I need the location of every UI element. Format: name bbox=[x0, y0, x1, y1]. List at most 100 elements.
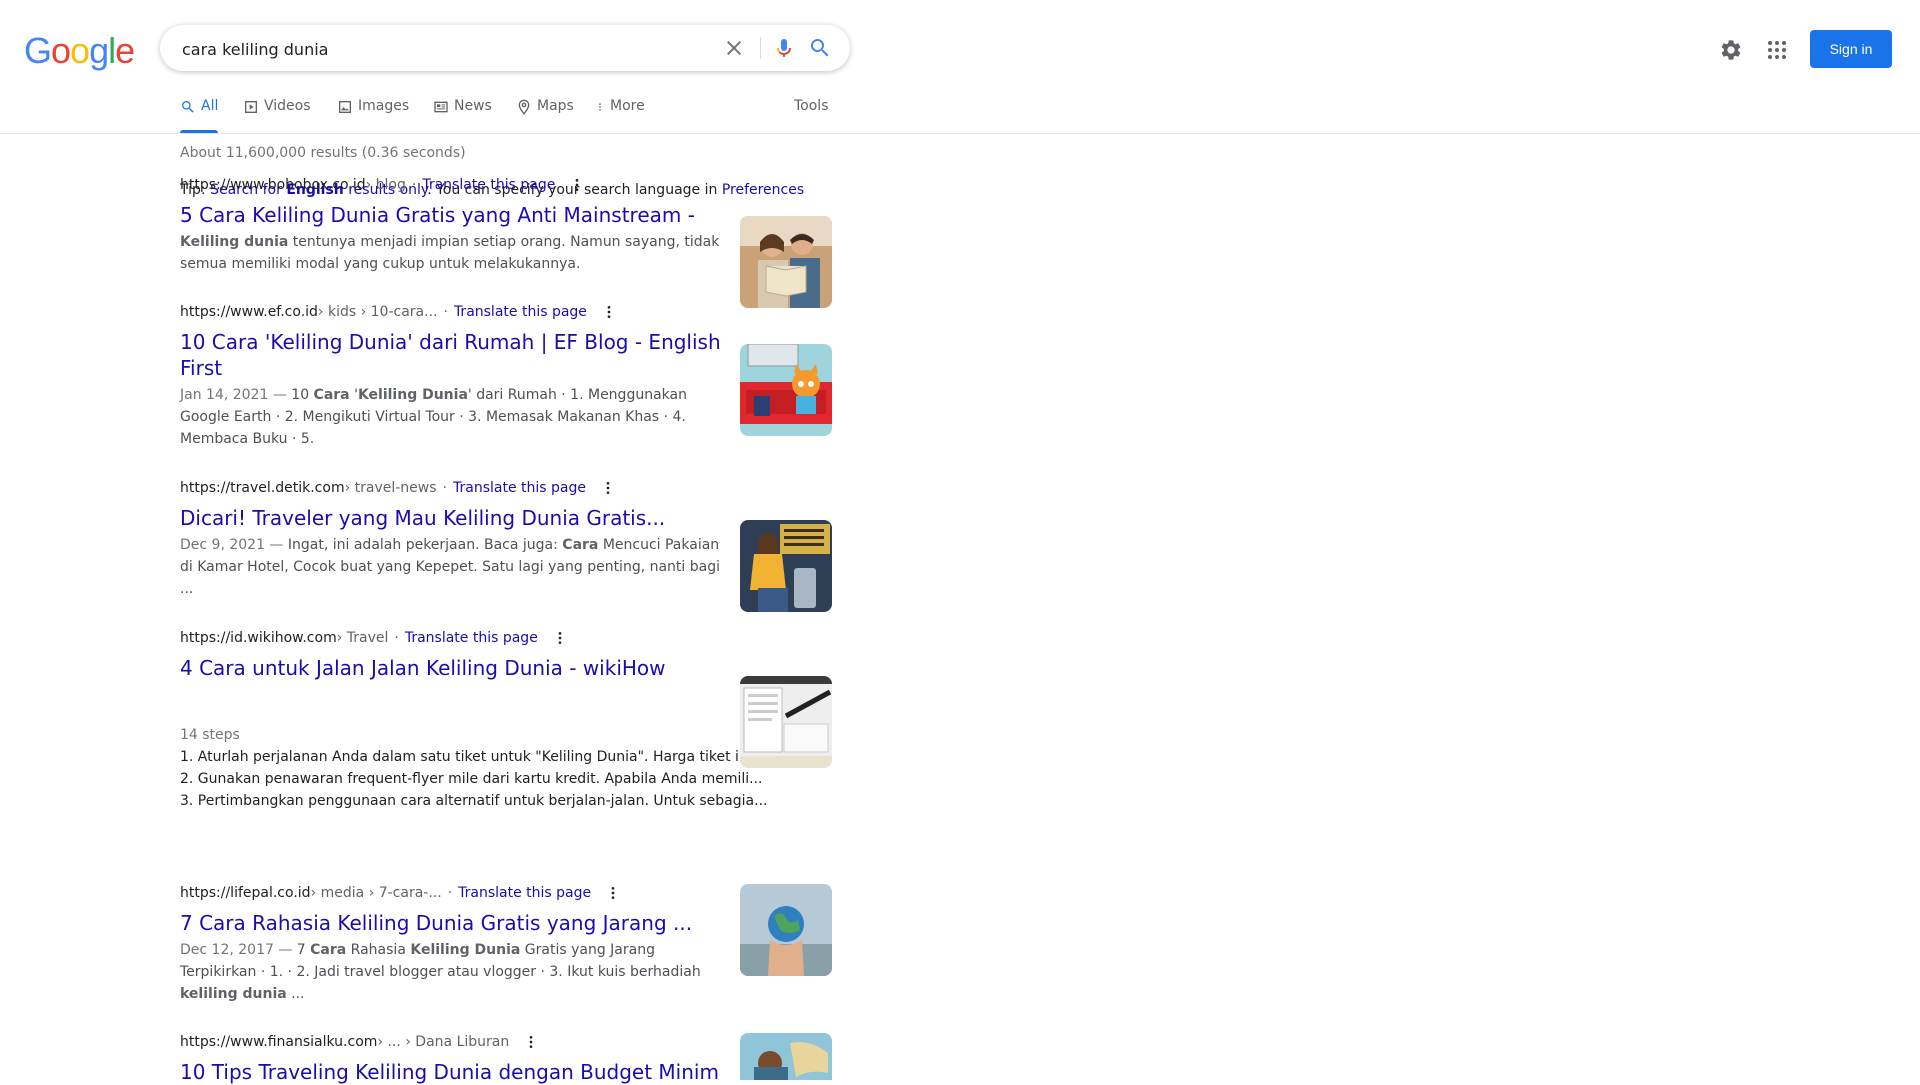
cartoon-cat-image bbox=[740, 344, 832, 436]
result-title-link[interactable]: 10 Cara 'Keliling Dunia' dari Rumah | EF… bbox=[180, 329, 725, 381]
video-icon bbox=[245, 101, 257, 113]
separator-dot: · bbox=[442, 480, 447, 496]
tab-label: News bbox=[454, 98, 492, 114]
result-breadcrumb[interactable]: https://id.wikihow.com › Travel · Translat… bbox=[180, 629, 840, 647]
tab-more[interactable]: More bbox=[595, 98, 645, 133]
result-path: › kids › 10-cara... bbox=[317, 304, 438, 320]
result-title-link[interactable]: Dicari! Traveler yang Mau Keliling Dunia… bbox=[180, 505, 725, 531]
result-breadcrumb[interactable]: https://travel.detik.com › travel-news · T… bbox=[180, 479, 840, 497]
result-snippet: Keliling dunia tentunya menjadi impian s… bbox=[180, 231, 725, 275]
search-icon bbox=[182, 101, 194, 113]
result-thumbnail[interactable] bbox=[740, 216, 832, 308]
translate-link[interactable]: Translate this page bbox=[454, 304, 587, 320]
tab-label: More bbox=[610, 98, 645, 114]
result-thumbnail[interactable] bbox=[740, 520, 832, 612]
traveler-map-image bbox=[740, 1033, 832, 1080]
settings-gear-icon[interactable] bbox=[1719, 38, 1743, 62]
search-input[interactable] bbox=[180, 25, 664, 73]
separator-dot: · bbox=[443, 304, 448, 320]
tab-images[interactable]: Images bbox=[337, 98, 409, 133]
result-thumbnail[interactable] bbox=[740, 344, 832, 436]
step-item[interactable]: 2. Gunakan penawaran frequent-flyer mile… bbox=[180, 768, 780, 790]
result-path: › media › 7-cara-... bbox=[310, 885, 442, 901]
result-domain: https://lifepal.co.id bbox=[180, 885, 311, 901]
result-path: › Travel bbox=[336, 630, 389, 646]
tab-label: All bbox=[201, 98, 219, 114]
more-vert-icon bbox=[599, 103, 601, 111]
tab-news[interactable]: News bbox=[433, 98, 492, 133]
logo-letter: e bbox=[115, 30, 135, 71]
result-date: Jan 14, 2021 — bbox=[180, 387, 292, 403]
result-domain: https://id.wikihow.com bbox=[180, 630, 337, 646]
apps-grid-icon[interactable] bbox=[1765, 38, 1789, 62]
separator-dot: · bbox=[394, 630, 399, 646]
result-path: › ... › Dana Liburan bbox=[377, 1034, 510, 1050]
header: Google All Videos Images News bbox=[0, 0, 1920, 134]
tab-label: Maps bbox=[537, 98, 574, 114]
step-item[interactable]: 3. Pertimbangkan penggunaan cara alterna… bbox=[180, 790, 780, 812]
result-snippet: Jan 14, 2021 — 10 Cara 'Keliling Dunia' … bbox=[180, 384, 725, 450]
result-domain: https://www.finansialku.com bbox=[180, 1034, 378, 1050]
result-domain: https://www.ef.co.id bbox=[180, 304, 318, 320]
image-icon bbox=[339, 101, 351, 113]
more-options-icon[interactable] bbox=[600, 480, 616, 496]
tab-tools[interactable]: Tools bbox=[794, 98, 829, 133]
snippet-text: Ingat, ini adalah pekerjaan. Baca juga: bbox=[287, 537, 563, 553]
separator-dot: · bbox=[411, 177, 417, 193]
separator-dot: · bbox=[447, 885, 453, 901]
airport-traveler-image bbox=[740, 520, 832, 612]
tab-videos[interactable]: Videos bbox=[243, 98, 311, 133]
snippet-text: 7 bbox=[296, 942, 311, 958]
result-path: › travel-news bbox=[344, 480, 437, 496]
search-box bbox=[160, 25, 850, 73]
search-icon[interactable] bbox=[808, 36, 832, 60]
result-domain: https://travel.detik.com bbox=[180, 480, 345, 496]
result-path: › blog bbox=[365, 177, 406, 193]
tab-maps[interactable]: Maps bbox=[516, 98, 574, 133]
more-options-icon[interactable] bbox=[552, 630, 568, 646]
more-options-icon[interactable] bbox=[605, 885, 621, 901]
result-title-link[interactable]: 10 Tips Traveling Keliling Dunia dengan … bbox=[180, 1059, 725, 1085]
snippet-text: ' bbox=[349, 387, 358, 403]
result-breadcrumb[interactable]: https://www.bobobox.co.id › blog · Transla… bbox=[180, 176, 840, 194]
snippet-highlight: keliling dunia bbox=[180, 986, 287, 1002]
translate-link[interactable]: Translate this page bbox=[453, 480, 586, 496]
result-title-link[interactable]: 5 Cara Keliling Dunia Gratis yang Anti M… bbox=[180, 202, 725, 228]
result-title-link[interactable]: 7 Cara Rahasia Keliling Dunia Gratis yan… bbox=[180, 910, 725, 936]
more-options-icon[interactable] bbox=[569, 177, 585, 193]
logo-letter: G bbox=[24, 30, 52, 71]
result-date: Dec 12, 2017 — bbox=[180, 942, 297, 958]
map-pin-icon bbox=[518, 99, 530, 115]
result-thumbnail[interactable] bbox=[740, 1033, 832, 1080]
result-title-link[interactable]: 4 Cara untuk Jalan Jalan Keliling Dunia … bbox=[180, 655, 725, 681]
result-thumbnail[interactable] bbox=[740, 676, 832, 768]
translate-link[interactable]: Translate this page bbox=[405, 630, 538, 646]
logo-letter: o bbox=[51, 30, 71, 71]
tab-all[interactable]: All bbox=[180, 98, 219, 133]
tab-label: Tools bbox=[794, 98, 829, 114]
clear-icon[interactable] bbox=[722, 36, 746, 60]
logo-letter: g bbox=[89, 30, 109, 71]
snippet-highlight: Cara bbox=[310, 942, 347, 958]
translate-link[interactable]: Translate this page bbox=[422, 177, 555, 193]
step-item[interactable]: 1. Aturlah perjalanan Anda dalam satu ti… bbox=[180, 746, 780, 768]
more-options-icon[interactable] bbox=[601, 304, 617, 320]
snippet-text: 10 bbox=[291, 387, 314, 403]
tab-label: Videos bbox=[264, 98, 311, 114]
wikihow-ticket-image bbox=[740, 676, 832, 768]
result-snippet: Dec 12, 2017 — 7 Cara Rahasia Keliling D… bbox=[180, 939, 725, 1005]
result-thumbnail[interactable] bbox=[740, 884, 832, 976]
more-options-icon[interactable] bbox=[523, 1034, 539, 1050]
sign-in-button[interactable]: Sign in bbox=[1810, 30, 1892, 68]
snippet-highlight: Keliling dunia bbox=[180, 234, 289, 250]
snippet-highlight: Cara bbox=[562, 537, 599, 553]
result-domain: https://www.bobobox.co.id bbox=[180, 177, 366, 193]
snippet-text: Rahasia bbox=[346, 942, 411, 958]
microphone-icon[interactable] bbox=[772, 36, 796, 60]
result-breadcrumb[interactable]: https://www.ef.co.id › kids › 10-cara...… bbox=[180, 303, 840, 321]
snippet-highlight: Cara bbox=[313, 387, 350, 403]
search-divider bbox=[760, 37, 761, 59]
translate-link[interactable]: Translate this page bbox=[458, 885, 591, 901]
google-logo[interactable]: Google bbox=[24, 30, 135, 72]
hand-holding-globe-image bbox=[740, 884, 832, 976]
